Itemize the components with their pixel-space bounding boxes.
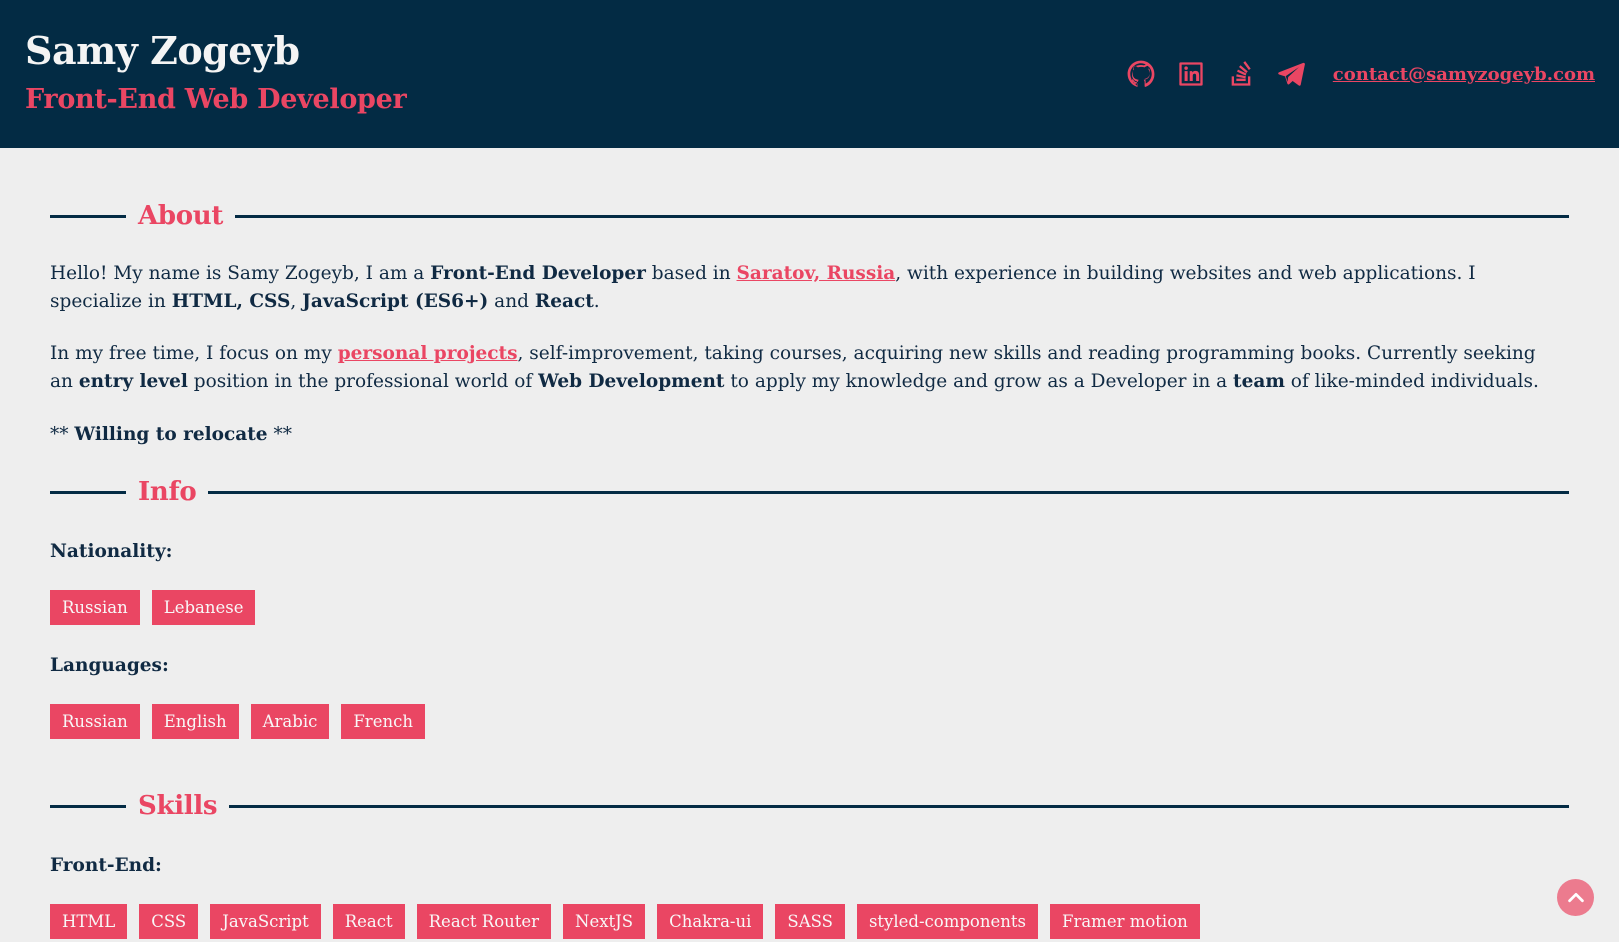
- skill-tag[interactable]: React Router: [416, 904, 552, 939]
- text: .: [593, 291, 600, 312]
- divider: [208, 490, 1569, 494]
- divider: [50, 804, 126, 808]
- location-link[interactable]: Saratov, Russia: [737, 263, 896, 284]
- brand-role: Front-End Web Developer: [25, 84, 407, 115]
- about-paragraph-2: In my free time, I focus on my personal …: [50, 340, 1560, 396]
- frontend-label: Front-End:: [50, 855, 162, 876]
- info-title: Info: [138, 477, 197, 507]
- emphasis: HTML, CSS: [171, 291, 291, 312]
- email-link[interactable]: contact@samyzogeyb.com: [1333, 64, 1595, 85]
- site-header: Samy Zogeyb Front-End Web Developer cont…: [0, 0, 1619, 148]
- emphasis: React: [534, 291, 594, 312]
- skill-tag[interactable]: CSS: [139, 904, 199, 939]
- text: and: [488, 291, 535, 312]
- text: based in: [645, 263, 737, 284]
- language-tag[interactable]: Arabic: [250, 704, 330, 739]
- emphasis: Willing to relocate: [74, 424, 268, 445]
- text: Hello! My name is Samy Zogeyb, I am a: [50, 263, 431, 284]
- relocate-note: ** Willing to relocate **: [50, 421, 292, 449]
- about-section-header: About: [50, 196, 1569, 236]
- linkedin-icon[interactable]: [1177, 60, 1205, 88]
- nationality-tag[interactable]: Russian: [50, 590, 140, 625]
- text: position in the professional world of: [187, 371, 539, 392]
- scroll-to-top-button[interactable]: [1557, 879, 1594, 916]
- language-tag[interactable]: English: [151, 704, 239, 739]
- github-icon[interactable]: [1127, 60, 1155, 88]
- about-title: About: [138, 201, 224, 231]
- divider: [50, 490, 126, 494]
- text: **: [267, 424, 292, 445]
- skill-tag[interactable]: SASS: [775, 904, 845, 939]
- skill-tag[interactable]: JavaScript: [210, 904, 321, 939]
- divider: [50, 214, 126, 218]
- skill-tag[interactable]: Chakra-ui: [657, 904, 764, 939]
- emphasis: team: [1233, 371, 1285, 392]
- text: to apply my knowledge and grow as a Deve…: [724, 371, 1234, 392]
- language-tag[interactable]: Russian: [50, 704, 140, 739]
- text: of like-minded individuals.: [1284, 371, 1539, 392]
- divider: [235, 214, 1569, 218]
- brand-name: Samy Zogeyb: [25, 28, 300, 73]
- skill-tag[interactable]: HTML: [50, 904, 128, 939]
- info-section-header: Info: [50, 472, 1569, 512]
- nationality-tags: Russian Lebanese: [50, 590, 256, 625]
- about-paragraph-1: Hello! My name is Samy Zogeyb, I am a Fr…: [50, 260, 1550, 316]
- skills-section-header: Skills: [50, 786, 1569, 826]
- skills-title: Skills: [138, 791, 218, 821]
- chevron-up-icon: [1567, 892, 1584, 902]
- text: In my free time, I focus on my: [50, 343, 338, 364]
- nationality-tag[interactable]: Lebanese: [151, 590, 256, 625]
- telegram-icon[interactable]: [1277, 60, 1305, 88]
- social-links: contact@samyzogeyb.com: [1127, 58, 1595, 90]
- emphasis: JavaScript (ES6+): [302, 291, 489, 312]
- stackoverflow-icon[interactable]: [1227, 60, 1255, 88]
- text: **: [50, 424, 75, 445]
- emphasis: Front-End Developer: [430, 263, 646, 284]
- emphasis: Web Development: [538, 371, 725, 392]
- languages-label: Languages:: [50, 655, 169, 676]
- skill-tag[interactable]: Framer motion: [1050, 904, 1200, 939]
- divider: [229, 804, 1569, 808]
- skill-tag[interactable]: NextJS: [563, 904, 646, 939]
- personal-projects-link[interactable]: personal projects: [338, 343, 518, 364]
- skill-tag[interactable]: styled-components: [856, 904, 1038, 939]
- text: ,: [290, 291, 303, 312]
- emphasis: entry level: [78, 371, 188, 392]
- language-tag[interactable]: French: [341, 704, 425, 739]
- languages-tags: Russian English Arabic French: [50, 704, 425, 739]
- frontend-skill-tags: HTML CSS JavaScript React React Router N…: [50, 904, 1200, 939]
- skill-tag[interactable]: React: [332, 904, 405, 939]
- nationality-label: Nationality:: [50, 541, 173, 562]
